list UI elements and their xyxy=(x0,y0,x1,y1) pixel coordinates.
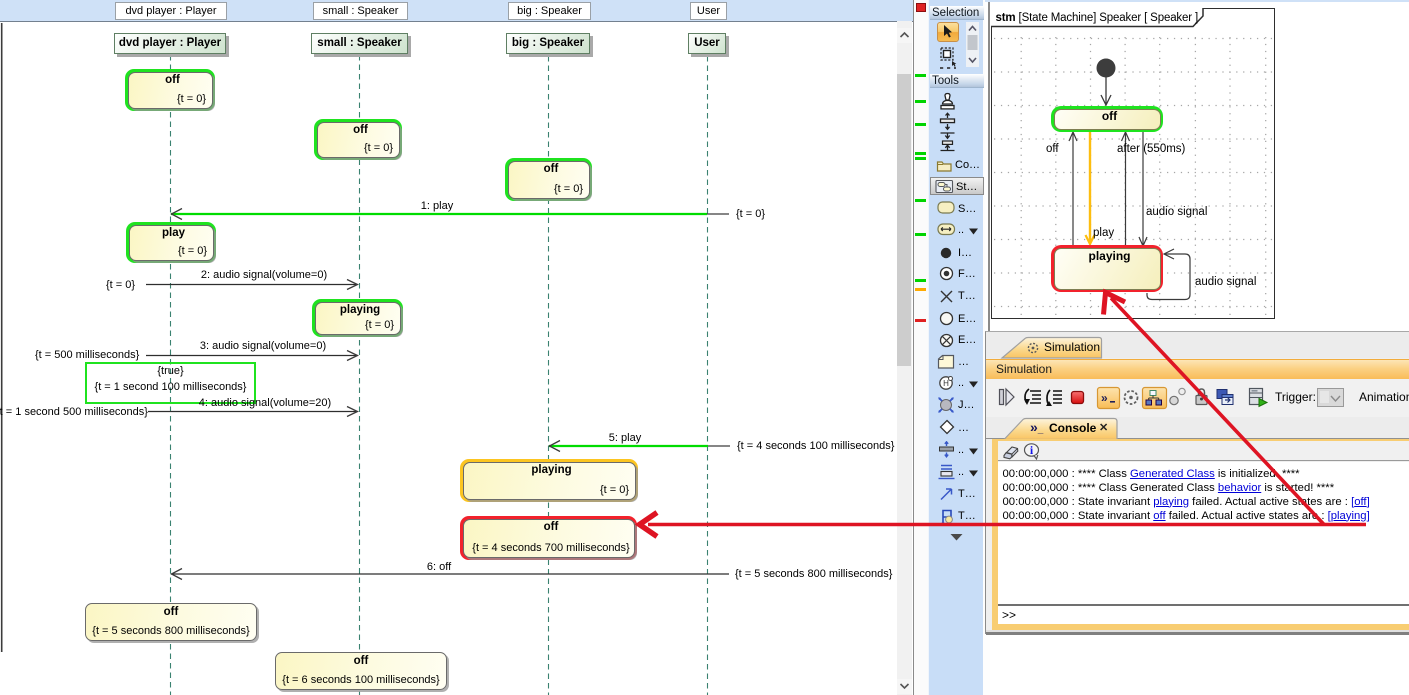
svg-text:H: H xyxy=(943,379,949,388)
svg-text:»: » xyxy=(1101,391,1108,405)
